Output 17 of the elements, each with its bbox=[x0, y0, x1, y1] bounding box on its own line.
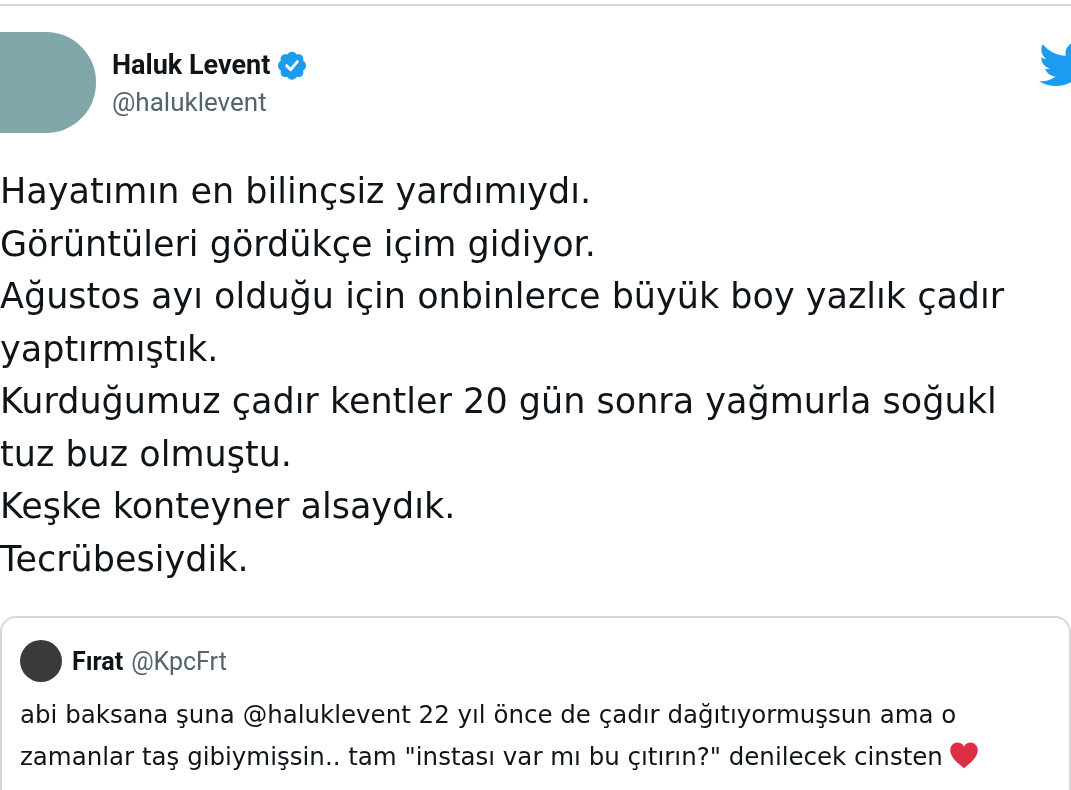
quoted-tweet-text: abi baksana şuna @haluklevent 22 yıl önce de çadır dağıtıyormuşsun ama o zamanlar taş gibiymişsin.. tam "instası var mı bu çıtırın?" denilecek cinsten bbox=[20, 700, 957, 771]
tweet-text: Hayatımın en bilinçsiz yardımıydı. bbox=[0, 170, 593, 213]
heart-icon bbox=[948, 741, 979, 769]
tweet-text: Keşke konteyner alsaydık. bbox=[0, 485, 457, 528]
quoted-tweet-card[interactable]: Fırat @KpcFrt abi baksana şuna @haluklevent 22 yıl önce de çadır dağıtıyormuşsun ama o zamanlar taş gibiymişsin.. tam "instası var mı bu çıtırın?" denilecek cinsten bbox=[0, 616, 1071, 790]
tweet-text: Ağustos ayı olduğu için onbinlerce büyük boy yazlık çadır bbox=[0, 275, 1006, 318]
avatar-photo[interactable] bbox=[20, 640, 62, 682]
tweet-text: yaptırmıştık. bbox=[0, 327, 220, 371]
tweet-text: tuz buz olmuştu. bbox=[0, 432, 293, 476]
author-name[interactable]: Haluk Levent bbox=[112, 48, 271, 81]
quoted-author-name: Fırat bbox=[72, 646, 124, 676]
tweet-text: Görüntüleri gördükçe içim gidiyor. bbox=[0, 222, 597, 266]
quoted-author-handle: @KpcFrt bbox=[131, 646, 227, 676]
author-handle[interactable]: @haluklevent bbox=[112, 86, 309, 117]
tweet-text: Kurduğumuz çadır kentler 20 gün sonra yağmurla soğukl bbox=[0, 380, 998, 423]
bird-logo-icon bbox=[1039, 42, 1071, 88]
tweet-text: Tecrübesiydik. bbox=[0, 537, 250, 581]
